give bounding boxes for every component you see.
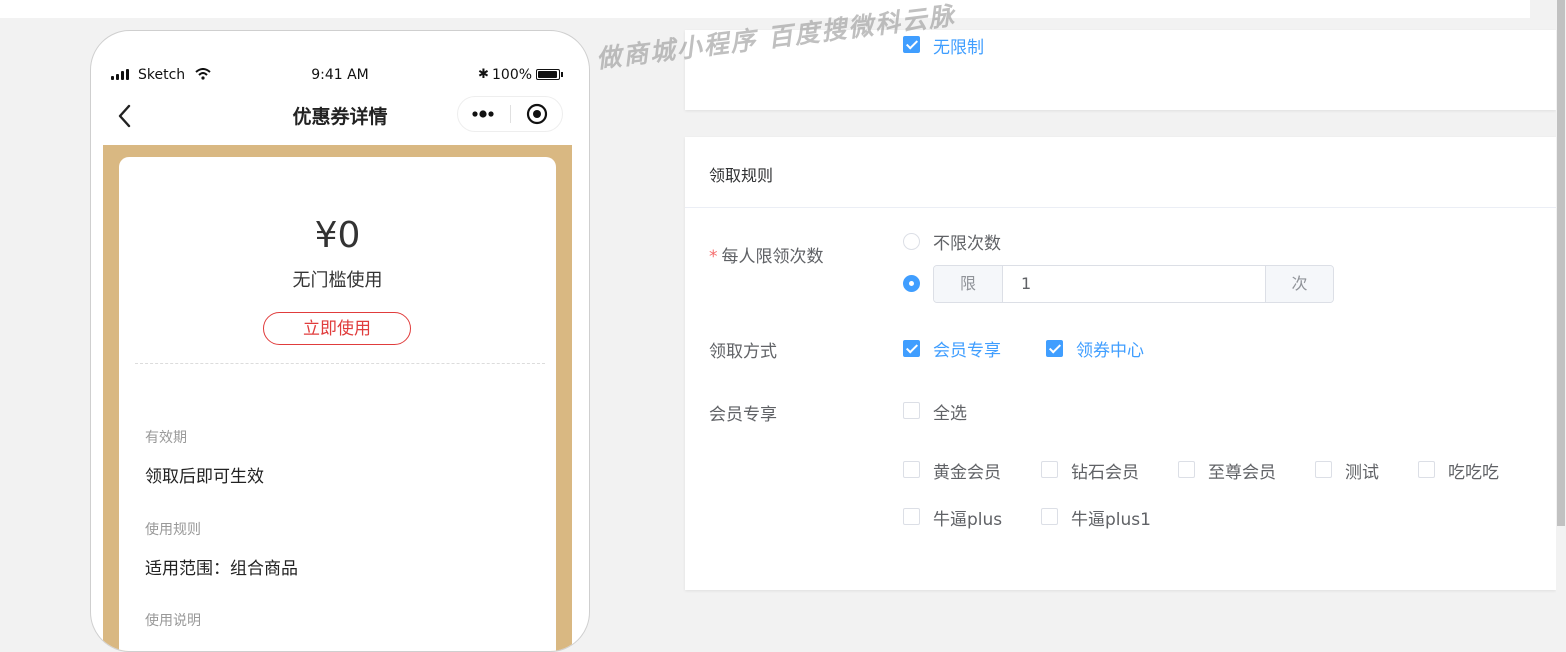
member-level-label[interactable]: 至尊会员 (1208, 458, 1276, 483)
coupon-center-checkbox[interactable] (1046, 340, 1063, 357)
phone-preview: Sketch 9:41 AM ✱ 100% 优惠券详情 ¥0 无门槛使用 立即使… (90, 30, 590, 652)
menu-capsule (457, 96, 563, 132)
unlimited-times-label[interactable]: 不限次数 (933, 229, 1001, 254)
member-level-checkbox[interactable] (1418, 461, 1435, 478)
limit-suffix: 次 (1265, 266, 1333, 302)
close-target-icon[interactable] (511, 97, 562, 131)
limit-panel: 无限制 (685, 30, 1556, 110)
coupon-amount: ¥0 (314, 215, 361, 256)
member-level-label[interactable]: 钻石会员 (1071, 458, 1139, 483)
section-header: 领取规则 (685, 137, 1556, 208)
battery-icon (536, 69, 563, 80)
required-asterisk: * (709, 247, 718, 267)
member-level-checkbox[interactable] (903, 508, 920, 525)
limit-count-input[interactable]: 1 (1003, 266, 1267, 302)
bluetooth-icon: ✱ (478, 67, 489, 82)
validity-value: 领取后即可生效 (145, 467, 264, 487)
claim-rules-panel: 领取规则 * 每人限领次数 不限次数 限 1 次 领取方式 会员专享 领券中心 会… (685, 137, 1556, 590)
member-level-checkbox[interactable] (903, 461, 920, 478)
per-person-limit-text: 每人限领次数 (721, 247, 824, 267)
usage-rule-value: 适用范围：组合商品 (145, 559, 298, 579)
scrollbar-track[interactable] (1556, 0, 1566, 616)
more-icon[interactable] (458, 97, 510, 131)
member-exclusive-option[interactable]: 会员专享 (933, 336, 1001, 361)
member-exclusive-checkbox[interactable] (903, 340, 920, 357)
coupon-card: ¥0 无门槛使用 立即使用 有效期 领取后即可生效 使用规则 适用范围：组合商品… (119, 157, 556, 651)
unlimited-option-label[interactable]: 无限制 (933, 33, 984, 58)
coupon-background: ¥0 无门槛使用 立即使用 有效期 领取后即可生效 使用规则 适用范围：组合商品… (103, 145, 572, 651)
member-level-label[interactable]: 牛逼plus (933, 505, 1002, 530)
usage-detail-label: 使用说明 (145, 613, 201, 629)
usage-rule-label: 使用规则 (145, 522, 201, 538)
member-level-checkbox[interactable] (1178, 461, 1195, 478)
unlimited-times-radio[interactable] (903, 233, 920, 250)
unlimited-checkbox[interactable] (903, 36, 920, 53)
limit-prefix: 限 (934, 266, 1003, 302)
member-level-label[interactable]: 牛逼plus1 (1071, 505, 1151, 530)
per-person-limit-label: * 每人限领次数 (709, 242, 824, 267)
claim-method-label: 领取方式 (709, 342, 777, 362)
mini-program-navbar: 优惠券详情 (91, 95, 589, 137)
use-now-button[interactable]: 立即使用 (263, 312, 411, 345)
select-all-checkbox[interactable] (903, 402, 920, 419)
member-level-checkbox[interactable] (1041, 508, 1058, 525)
coupon-center-option[interactable]: 领券中心 (1076, 336, 1144, 361)
member-level-label[interactable]: 吃吃吃 (1448, 458, 1499, 483)
member-level-label[interactable]: 黄金会员 (933, 458, 1001, 483)
member-level-label[interactable]: 测试 (1345, 458, 1379, 483)
scrollbar-thumb[interactable] (1557, 0, 1565, 526)
top-white-strip (0, 0, 1530, 18)
limit-count-input-group: 限 1 次 (933, 265, 1334, 303)
dashed-divider (135, 363, 545, 364)
section-title: 领取规则 (709, 166, 774, 185)
select-all-label[interactable]: 全选 (933, 399, 967, 424)
status-bar: Sketch 9:41 AM ✱ 100% (91, 65, 589, 87)
limited-times-radio[interactable] (903, 275, 920, 292)
member-exclusive-label: 会员专享 (709, 405, 777, 425)
member-level-checkbox[interactable] (1315, 461, 1332, 478)
validity-label: 有效期 (145, 430, 187, 446)
member-level-checkbox[interactable] (1041, 461, 1058, 478)
coupon-threshold: 无门槛使用 (292, 270, 383, 291)
battery-percent: 100% (492, 67, 533, 83)
